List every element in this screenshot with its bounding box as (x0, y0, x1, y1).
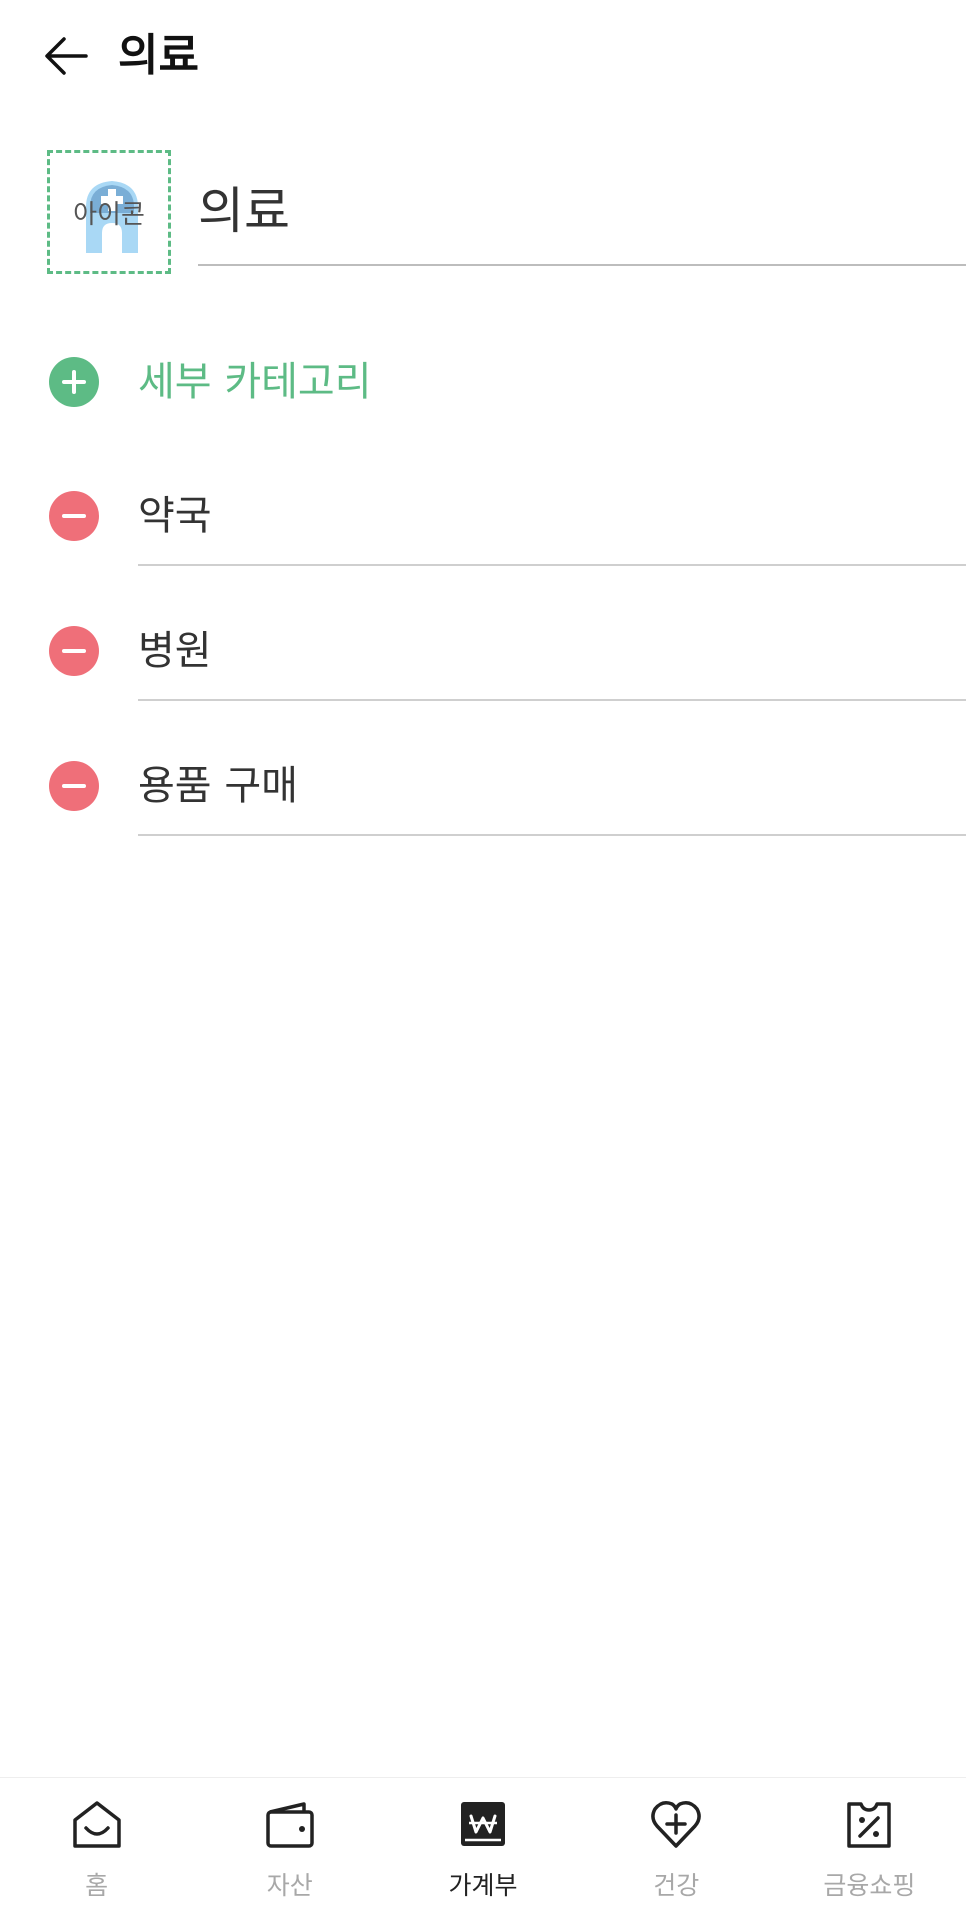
nav-label: 건강 (653, 1871, 700, 1900)
wallet-icon (266, 1802, 314, 1848)
health-heart-icon (651, 1801, 702, 1848)
back-button[interactable] (36, 26, 96, 86)
back-arrow-icon (45, 37, 88, 75)
subcategory-name-field[interactable]: 약국 (138, 466, 966, 566)
nav-item-home[interactable]: 홈 (0, 1778, 193, 1924)
subcategory-row: 약국 (0, 466, 966, 566)
subcategory-row: 용품 구매 (0, 736, 966, 836)
subcategory-row: 병원 (0, 601, 966, 701)
nav-item-health[interactable]: 건강 (580, 1778, 773, 1924)
add-subcategory-button[interactable]: 세부 카테고리 (0, 332, 966, 432)
subcategory-label: 병원 (138, 628, 212, 674)
add-subcategory-label: 세부 카테고리 (138, 359, 372, 405)
nav-item-finance-shopping[interactable]: 금융쇼핑 (773, 1778, 966, 1924)
bottom-nav: 홈 자산 가계부 건강 금융쇼핑 (0, 1777, 966, 1924)
nav-item-ledger[interactable]: 가계부 (386, 1778, 579, 1924)
minus-icon (62, 514, 86, 518)
subcategory-label: 용품 구매 (138, 763, 298, 809)
subcategory-name-field[interactable]: 용품 구매 (138, 736, 966, 836)
page-title: 의료 (118, 30, 199, 81)
icon-picker-label: 아이콘 (73, 199, 145, 230)
ledger-icon (461, 1802, 505, 1846)
remove-subcategory-button[interactable] (49, 491, 99, 541)
category-name-value: 의료 (198, 182, 290, 240)
coupon-icon (847, 1802, 892, 1848)
nav-label: 홈 (85, 1871, 109, 1900)
minus-icon (62, 649, 86, 653)
nav-label: 자산 (266, 1871, 313, 1900)
remove-subcategory-button[interactable] (49, 626, 99, 676)
add-circle-icon (49, 357, 99, 407)
category-name-field[interactable]: 의료 (198, 166, 966, 266)
remove-subcategory-button[interactable] (49, 761, 99, 811)
header: 의료 (0, 0, 966, 110)
subcategory-name-field[interactable]: 병원 (138, 601, 966, 701)
nav-label: 가계부 (448, 1871, 518, 1900)
home-icon (72, 1801, 121, 1848)
minus-icon (62, 784, 86, 788)
subcategory-label: 약국 (138, 493, 212, 539)
nav-label: 금융쇼핑 (823, 1871, 916, 1900)
category-icon-picker[interactable]: 아이콘 (47, 150, 171, 274)
nav-item-assets[interactable]: 자산 (193, 1778, 386, 1924)
